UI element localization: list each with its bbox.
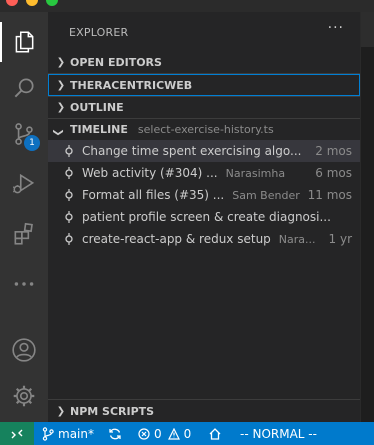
timeline-item-time: 1 yr [328,232,352,246]
minimize-window-button[interactable] [26,0,38,6]
branch-name: main* [58,426,94,441]
sync-button[interactable] [108,422,122,445]
editor-area[interactable] [360,12,374,422]
commit-node-icon [62,189,76,201]
chevron-right-icon: ❯ [56,101,66,113]
sidebar-title: EXPLORER [69,26,129,39]
ellipsis-icon [14,282,34,286]
timeline-item-author: Sam Bender [232,188,300,202]
branch-status-item[interactable]: main* [42,422,94,445]
section-outline[interactable]: ❯ OUTLINE [48,96,360,118]
vim-mode-label: -- NORMAL -- [240,426,317,441]
section-label: THERACENTRICWEB [70,78,193,92]
search-activity[interactable] [0,64,48,112]
timeline-item[interactable]: Change time spent exercising algo... 2 m… [48,140,360,162]
git-branch-icon [42,426,54,441]
timeline-item-author: Nara... [278,232,316,246]
chevron-right-icon: ❯ [56,405,66,417]
search-icon [14,78,34,98]
close-window-button[interactable] [6,0,18,6]
chevron-down-icon: ❯ [52,127,64,137]
files-icon [15,31,34,53]
vim-mode-status: -- NORMAL -- [240,422,317,445]
home-status-item[interactable] [208,422,222,445]
account-icon [12,338,36,362]
explorer-activity[interactable] [0,18,48,66]
error-icon [138,427,150,440]
timeline-item-time: 6 mos [315,166,352,180]
commit-node-icon [62,145,76,157]
warning-icon [167,427,180,440]
chevron-right-icon: ❯ [56,79,66,91]
extensions-activity[interactable] [0,210,48,258]
explorer-sidebar: EXPLORER ··· ❯ OPEN EDITORS ❯ THERACENTR… [48,12,360,422]
timeline-item-title: patient profile screen & create diagnosi… [82,210,331,224]
title-bar [0,0,374,12]
timeline-item-author: Narasimha [225,166,286,180]
sync-icon [109,428,121,439]
timeline-item-title: Format all files (#35) ... [82,188,225,202]
section-project[interactable]: ❯ THERACENTRICWEB [48,74,360,96]
timeline-item-title: Change time spent exercising algo... [82,144,302,158]
sidebar-header: EXPLORER ··· [48,12,360,50]
gear-icon [13,385,35,407]
extensions-icon [14,222,33,245]
commit-node-icon [62,233,76,245]
home-icon [209,427,221,440]
section-label: OUTLINE [70,100,124,114]
timeline-item-time: 11 mos [307,188,352,202]
commit-node-icon [62,211,76,223]
editor-tab-strip [361,12,374,47]
section-npm-scripts[interactable]: ❯ NPM SCRIPTS [48,400,360,422]
zoom-window-button[interactable] [46,0,58,6]
timeline-item[interactable]: patient profile screen & create diagnosi… [48,206,360,228]
timeline-item-title: create-react-app & redux setup [82,232,271,246]
timeline-item-title: Web activity (#304) ... [82,166,218,180]
timeline-item[interactable]: create-react-app & redux setup Nara... 1… [48,228,360,250]
timeline-file-name: select-exercise-history.ts [137,122,274,136]
problems-status-item[interactable]: 0 0 [138,422,191,445]
commit-node-icon [62,167,76,179]
manage-activity[interactable] [0,372,48,420]
remote-indicator-button[interactable] [0,422,34,445]
remote-icon [11,429,23,438]
section-open-editors[interactable]: ❯ OPEN EDITORS [48,51,360,73]
timeline-item[interactable]: Format all files (#35) ... Sam Bender 11… [48,184,360,206]
more-activity[interactable] [0,260,48,308]
views-more-actions-button[interactable]: ··· [328,20,344,36]
chevron-right-icon: ❯ [56,56,66,68]
section-label: NPM SCRIPTS [70,404,155,418]
status-bar: main* 0 0 -- NORMAL -- [0,422,374,445]
section-label: OPEN EDITORS [70,55,162,69]
timeline-item-time: 2 mos [309,144,352,158]
warning-count: 0 [183,426,192,441]
accounts-activity[interactable] [0,326,48,374]
section-label: TIMELINE [70,122,128,136]
activity-bar: 1 [0,12,48,422]
run-debug-activity[interactable] [0,160,48,208]
source-control-badge: 1 [24,135,40,151]
section-timeline[interactable]: ❯ TIMELINE select-exercise-history.ts [48,118,360,140]
error-count: 0 [154,426,162,441]
run-debug-icon [13,173,35,194]
source-control-activity[interactable]: 1 [0,110,48,158]
timeline-item[interactable]: Web activity (#304) ... Narasimha 6 mos [48,162,360,184]
